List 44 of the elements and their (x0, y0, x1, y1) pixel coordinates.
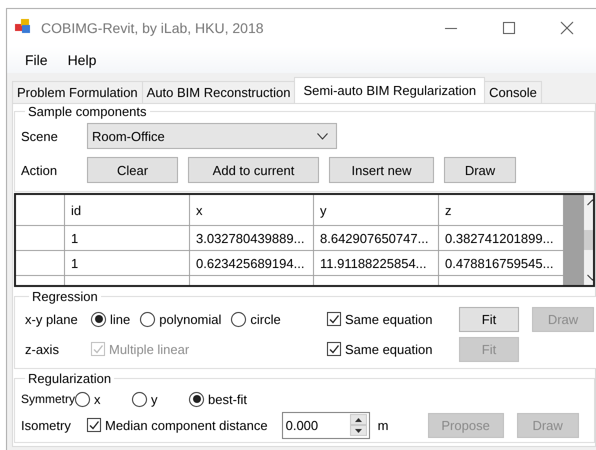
symmetry-label: Symmetry (21, 392, 75, 406)
tab[interactable]: Console (484, 81, 542, 103)
tab[interactable]: Problem Formulation (12, 81, 143, 103)
table-cell: 0.623425689194... (190, 251, 314, 276)
column-header[interactable]: x (190, 195, 314, 226)
table-cell: 3.032780439889... (190, 226, 314, 251)
group-title: Regularization (27, 371, 112, 386)
z-axis-label: z-axis (25, 342, 60, 356)
radio-label: y (151, 392, 158, 406)
radio-label: line (110, 312, 130, 326)
radio-label: circle (250, 312, 281, 326)
column-header[interactable]: y (314, 195, 439, 226)
radio-label: best-fit (208, 392, 248, 406)
number-input[interactable]: 0.000 (282, 416, 347, 434)
number-spinner[interactable]: 0.000 (282, 412, 370, 438)
same-equation-label: Same equation (345, 312, 432, 326)
dropdown-value: Room-Office (92, 128, 165, 144)
unit-label: m (378, 418, 390, 432)
scene-label: Scene (21, 128, 59, 144)
action-button[interactable]: Clear (87, 157, 178, 183)
group-title: Sample components (27, 104, 148, 119)
same-equation-label: Same equation (345, 342, 432, 356)
menu-item[interactable]: File (15, 52, 58, 68)
scene-dropdown[interactable]: Room-Office (87, 123, 337, 149)
median-distance-label: Median component distance (105, 418, 268, 432)
radio-label: polynomial (159, 312, 222, 326)
fit-button[interactable]: Fit (459, 306, 519, 332)
menu-item[interactable]: Help (58, 52, 106, 68)
tab[interactable]: Semi-auto BIM Regularization (294, 77, 486, 103)
radio-label: x (94, 392, 100, 406)
table-cell: 1 (65, 251, 190, 276)
action-button[interactable]: Draw (444, 157, 516, 183)
window-title: COBIMG-Revit, by iLab, HKU, 2018 (41, 20, 265, 36)
action-label: Action (21, 162, 58, 178)
group-title: Regression (31, 289, 99, 304)
action-button[interactable]: Add to current (188, 157, 319, 183)
column-header[interactable]: id (65, 195, 190, 226)
table-cell: 1 (65, 226, 190, 251)
multiple-linear-label: Multiple linear (109, 342, 190, 356)
table-cell: 8.642907650747... (314, 226, 439, 251)
xy-plane-label: x-y plane (25, 312, 79, 326)
isometry-label: Isometry (21, 418, 72, 432)
action-button[interactable]: Insert new (329, 157, 434, 183)
table-cell: 11.91188225854... (314, 251, 439, 276)
